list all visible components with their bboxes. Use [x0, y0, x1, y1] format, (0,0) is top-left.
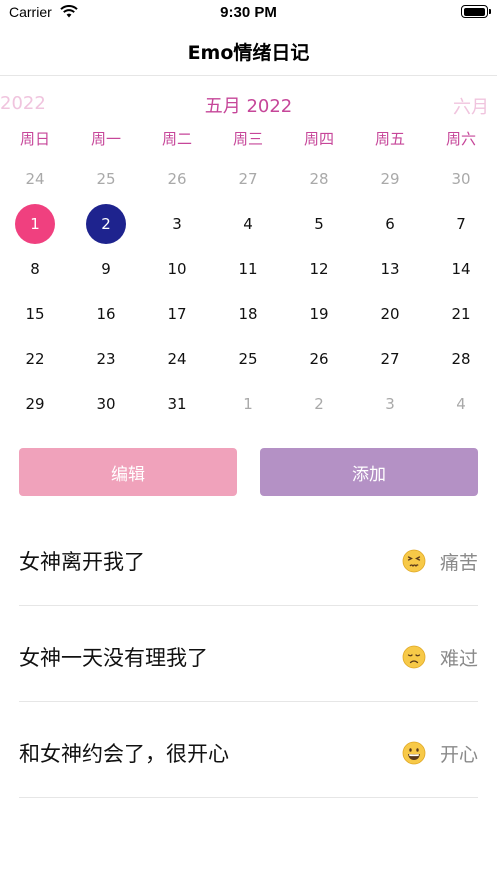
calendar-day[interactable]: 16	[86, 294, 126, 334]
battery-icon	[461, 5, 491, 18]
mood-label: 开心	[439, 744, 478, 766]
diary-entry[interactable]: 女神一天没有理我了 难过	[19, 606, 478, 702]
calendar-month-header[interactable]: 2022 五月 2022 六月	[0, 88, 497, 120]
calendar-day[interactable]: 24	[157, 339, 197, 379]
calendar-day[interactable]: 26	[299, 339, 339, 379]
calendar-day[interactable]: 19	[299, 294, 339, 334]
calendar-day[interactable]: 25	[228, 339, 268, 379]
calendar-day[interactable]: 5	[299, 204, 339, 244]
calendar-day[interactable]: 28	[441, 339, 481, 379]
diary-entry[interactable]: 和女神约会了，很开心 开心	[19, 702, 478, 798]
diary-entry-text: 女神一天没有理我了	[19, 646, 208, 670]
diary-entry-text: 和女神约会了，很开心	[19, 742, 229, 766]
calendar-day[interactable]: 27	[370, 339, 410, 379]
calendar-day[interactable]: 6	[370, 204, 410, 244]
diary-entry[interactable]: 女神离开我了 痛苦	[19, 510, 478, 606]
calendar-day[interactable]: 30	[441, 159, 481, 199]
calendar-day[interactable]: 29	[15, 384, 55, 424]
calendar-day[interactable]: 30	[86, 384, 126, 424]
weekday-label: 周一	[90, 130, 121, 148]
calendar-day[interactable]: 17	[157, 294, 197, 334]
calendar-day[interactable]: 1	[228, 384, 268, 424]
weekday-label: 周三	[232, 130, 263, 148]
current-month-label: 五月 2022	[204, 96, 293, 117]
calendar-day[interactable]: 29	[370, 159, 410, 199]
battery-level	[463, 7, 485, 16]
calendar-day[interactable]: 3	[157, 204, 197, 244]
grinning-face-icon	[402, 741, 426, 765]
calendar-day[interactable]: 31	[157, 384, 197, 424]
calendar-days-grid: 24 25 26 27 28 29 30 1 2 3 4 5 6 7 8 9 10 11 12 13 14 15 16 17 1…	[0, 157, 497, 427]
diary-entry-text: 女神离开我了	[19, 550, 145, 574]
calendar-day[interactable]: 11	[228, 249, 268, 289]
calendar-day[interactable]: 12	[299, 249, 339, 289]
calendar-day[interactable]: 23	[86, 339, 126, 379]
calendar-day[interactable]: 4	[228, 204, 268, 244]
next-month-label[interactable]: 六月	[453, 93, 489, 119]
status-bar: Carrier 9:30 PM	[0, 0, 497, 26]
calendar-day[interactable]: 22	[15, 339, 55, 379]
mood-label: 难过	[439, 648, 478, 670]
calendar-day-selected[interactable]: 2	[86, 204, 126, 244]
calendar-day[interactable]: 28	[299, 159, 339, 199]
weekday-label: 周四	[303, 130, 334, 148]
calendar-day[interactable]: 20	[370, 294, 410, 334]
weekday-label: 周六	[445, 130, 476, 148]
calendar-day[interactable]: 14	[441, 249, 481, 289]
weekday-label: 周日	[19, 130, 50, 148]
calendar-day[interactable]: 15	[15, 294, 55, 334]
clock: 9:30 PM	[220, 4, 277, 21]
add-button[interactable]: 添加	[260, 448, 478, 496]
calendar-day[interactable]: 25	[86, 159, 126, 199]
page-title: Emo情绪日记	[187, 42, 310, 64]
calendar-day[interactable]: 7	[441, 204, 481, 244]
calendar-day[interactable]: 9	[86, 249, 126, 289]
calendar-day[interactable]: 18	[228, 294, 268, 334]
weekday-label: 周五	[374, 130, 405, 148]
persevering-face-icon	[402, 549, 426, 573]
calendar-day[interactable]: 10	[157, 249, 197, 289]
navigation-bar: Emo情绪日记	[0, 26, 497, 76]
mood-label: 痛苦	[439, 552, 478, 574]
calendar-day[interactable]: 27	[228, 159, 268, 199]
calendar-day[interactable]: 4	[441, 384, 481, 424]
disappointed-face-icon	[402, 645, 426, 669]
calendar-day[interactable]: 26	[157, 159, 197, 199]
weekday-label: 周二	[161, 130, 192, 148]
calendar-day[interactable]: 8	[15, 249, 55, 289]
weekday-header-row: 周日 周一 周二 周三 周四 周五 周六	[0, 128, 497, 152]
calendar-day[interactable]: 3	[370, 384, 410, 424]
edit-button[interactable]: 编辑	[19, 448, 237, 496]
calendar-day[interactable]: 13	[370, 249, 410, 289]
calendar-day[interactable]: 21	[441, 294, 481, 334]
calendar-day[interactable]: 2	[299, 384, 339, 424]
calendar-day[interactable]: 24	[15, 159, 55, 199]
calendar-day-selected[interactable]: 1	[15, 204, 55, 244]
